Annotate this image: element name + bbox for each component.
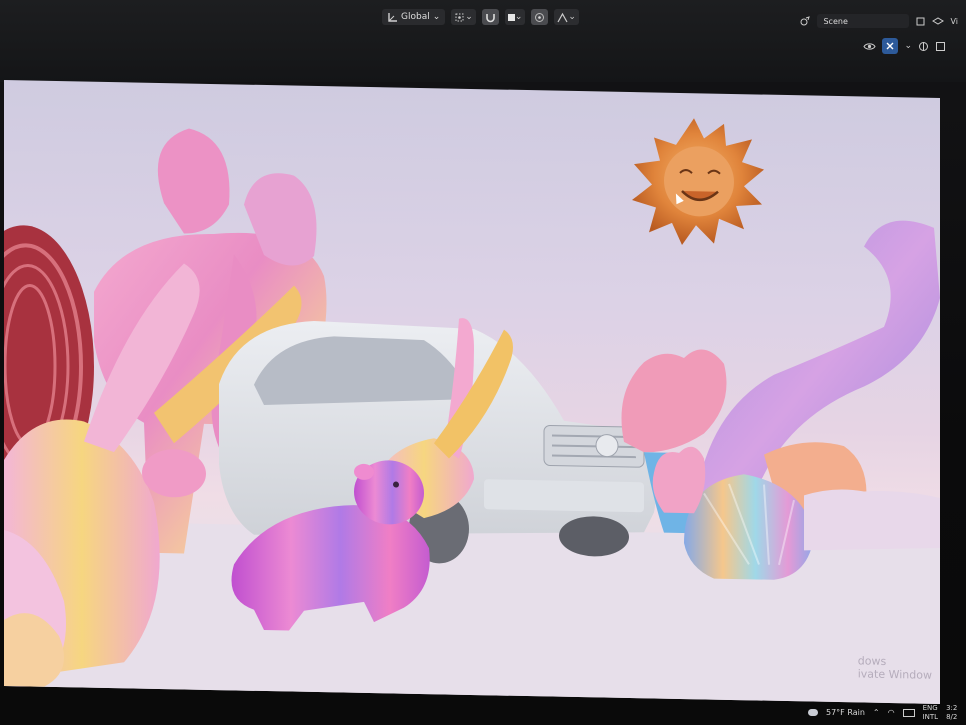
scene-icon [800,16,811,26]
language-code: ENG [922,703,938,712]
pivot-point-button[interactable]: ⌄ [451,9,476,25]
clock[interactable]: 3:2 8/2 [946,704,957,722]
clock-time: 3:2 [946,703,958,712]
watermark-line-2: ivate Window [857,667,932,682]
view-layer-label: Vi [950,16,958,26]
xray-icon[interactable] [935,41,946,52]
visibility-icon[interactable] [863,41,877,52]
battery-icon[interactable] [902,708,915,717]
transform-orientation-dropdown[interactable]: Global ⌄ [382,9,446,25]
keyboard-layout: INTL [922,712,939,721]
render-scene [4,118,940,704]
overlay-icon[interactable] [918,41,929,52]
viewport-header: Global ⌄ ⌄ ⌄ ⌄ Scene Vi ⌄ [0,0,966,82]
snap-target-dropdown[interactable]: ⌄ [504,9,526,25]
transform-orientation-label: Global [401,12,430,22]
proportional-editing-toggle[interactable] [531,9,549,25]
chevron-down-icon: ⌄ [432,12,441,22]
scene-selector-area: Scene Vi [799,14,958,28]
snap-magnet-icon [486,13,495,22]
transform-orientation-icon [388,12,397,22]
chevron-up-icon[interactable]: ⌃ [873,708,880,717]
chevron-down-icon[interactable]: ⌄ [904,41,912,51]
transform-tools: Global ⌄ ⌄ ⌄ ⌄ [382,6,579,28]
view-layer-icon[interactable] [932,16,945,27]
activate-windows-watermark: dows ivate Window [858,654,932,681]
snap-toggle[interactable] [481,9,499,25]
windows-system-tray: 57°F Rain ⌃ ◠ ENG INTL 3:2 8/2 [780,700,966,725]
pivot-point-icon [455,13,464,21]
viewport-overlay-controls: ⌄ [863,38,946,54]
weather-icon[interactable] [808,709,818,716]
proportional-editing-icon [535,12,545,22]
square-icon [507,13,515,21]
gizmo-icon [886,42,894,50]
snowy-rocks [804,489,940,551]
scene-name: Scene [823,16,848,26]
gizmo-toggle[interactable] [882,38,899,54]
duplicate-scene-icon[interactable] [915,16,926,27]
language-indicator[interactable]: ENG INTL [923,704,938,722]
chevron-down-icon: ⌄ [568,12,576,22]
chevron-down-icon: ⌄ [465,12,473,22]
render-viewport[interactable]: dows ivate Window [4,80,940,704]
weather-text[interactable]: 57°F Rain [826,708,865,717]
clock-date: 8/2 [946,712,958,721]
scene-field[interactable]: Scene [817,14,910,28]
chevron-down-icon: ⌄ [514,12,523,22]
falloff-curve-icon [557,12,568,22]
falloff-dropdown[interactable]: ⌄ [554,9,579,25]
wifi-icon[interactable]: ◠ [888,708,895,717]
